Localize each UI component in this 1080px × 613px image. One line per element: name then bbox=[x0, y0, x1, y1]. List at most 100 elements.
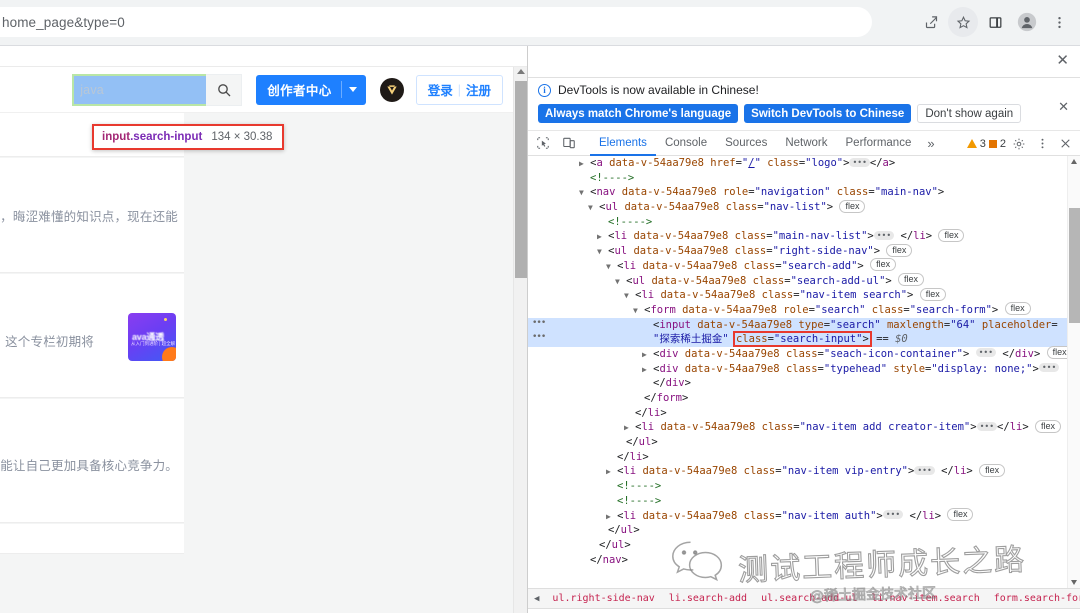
dont-show-again-button[interactable]: Don't show again bbox=[917, 104, 1022, 123]
close-icon[interactable]: ✕ bbox=[1058, 100, 1069, 113]
expand-triangle-icon[interactable] bbox=[615, 277, 620, 286]
dom-tree-line[interactable]: "探索稀土掘金" class="search-input"> == $0 bbox=[528, 330, 1080, 348]
breadcrumb-item[interactable]: li.search-add bbox=[662, 593, 754, 604]
device-toolbar-icon[interactable] bbox=[558, 132, 580, 154]
dom-tree-line[interactable]: </ul> bbox=[528, 523, 1080, 538]
collapse-triangle-icon[interactable] bbox=[624, 423, 629, 432]
dom-tree-line[interactable]: <ul data-v-54aa79e8 class="right-side-na… bbox=[528, 243, 1080, 259]
tab-layout[interactable]: Layout bbox=[645, 610, 696, 613]
expand-triangle-icon[interactable] bbox=[597, 247, 602, 256]
scroll-down-arrow-icon[interactable] bbox=[1071, 580, 1077, 585]
dom-tree-line[interactable]: </ul> bbox=[528, 435, 1080, 450]
collapse-triangle-icon[interactable] bbox=[642, 350, 647, 359]
creator-center-label: 创作者中心 bbox=[267, 84, 332, 98]
scroll-up-arrow-icon[interactable] bbox=[517, 69, 525, 74]
dom-tree-line[interactable]: <li data-v-54aa79e8 class="main-nav-list… bbox=[528, 228, 1080, 244]
dom-tree-line[interactable]: <!----> bbox=[528, 215, 1080, 230]
more-options-icon[interactable] bbox=[1032, 134, 1052, 154]
auth-button[interactable]: 登录 | 注册 bbox=[415, 74, 503, 105]
inspect-element-icon[interactable] bbox=[532, 132, 554, 154]
expand-triangle-icon[interactable] bbox=[588, 203, 593, 212]
tab-properties[interactable]: Properties bbox=[894, 610, 962, 613]
tab-styles[interactable]: Styles bbox=[528, 610, 576, 613]
chevron-down-icon[interactable] bbox=[348, 87, 357, 92]
expand-triangle-icon[interactable] bbox=[606, 262, 611, 271]
share-icon[interactable] bbox=[916, 7, 946, 37]
tab-network[interactable]: Network bbox=[776, 131, 836, 156]
dom-tree-line[interactable]: <ul data-v-54aa79e8 class="nav-list"> fl… bbox=[528, 199, 1080, 215]
dom-tree-line[interactable]: </form> bbox=[528, 391, 1080, 406]
warnings-indicator[interactable]: 3 bbox=[966, 138, 986, 150]
collapse-triangle-icon[interactable] bbox=[606, 467, 611, 476]
expand-triangle-icon[interactable] bbox=[633, 306, 638, 315]
devtools-scrollbar-thumb[interactable] bbox=[1069, 208, 1080, 323]
dom-tree-line[interactable]: </li> bbox=[528, 406, 1080, 421]
close-icon[interactable]: ✕ bbox=[1056, 53, 1069, 68]
dom-tree-line[interactable]: <li data-v-54aa79e8 class="nav-item add … bbox=[528, 419, 1080, 435]
tab-performance[interactable]: Performance bbox=[837, 131, 921, 156]
creator-center-button[interactable]: 创作者中心 bbox=[256, 74, 366, 105]
dom-tree-line[interactable]: </ul> bbox=[528, 538, 1080, 553]
page-scrollbar[interactable] bbox=[513, 67, 527, 613]
expand-triangle-icon[interactable] bbox=[624, 291, 629, 300]
chrome-menu-icon[interactable] bbox=[1044, 7, 1074, 37]
dom-tree-line[interactable]: <a data-v-54aa79e8 href="/" class="logo"… bbox=[528, 156, 1080, 171]
dom-tree-line[interactable]: <nav data-v-54aa79e8 role="navigation" c… bbox=[528, 185, 1080, 200]
tab-console[interactable]: Console bbox=[656, 131, 716, 156]
profile-avatar-icon[interactable] bbox=[1012, 7, 1042, 37]
page-scrollbar-thumb[interactable] bbox=[515, 81, 527, 278]
search-input[interactable]: java bbox=[72, 73, 207, 106]
side-panel-icon[interactable] bbox=[980, 7, 1010, 37]
dom-tree-line[interactable]: </div> bbox=[528, 376, 1080, 391]
breadcrumb-item[interactable]: li.nav-item.search bbox=[864, 593, 986, 604]
dom-tree-line[interactable]: <li data-v-54aa79e8 class="nav-item sear… bbox=[528, 287, 1080, 303]
tab-event-listeners[interactable]: Event Listeners bbox=[696, 610, 790, 613]
list-item[interactable]: ，才能让自己更加具备核心竞争力。 bbox=[0, 399, 184, 523]
close-icon[interactable] bbox=[1055, 134, 1075, 154]
dom-tree-line[interactable]: <li data-v-54aa79e8 class="search-add"> … bbox=[528, 258, 1080, 274]
dom-tree-line[interactable]: <input data-v-54aa79e8 type="search" max… bbox=[528, 316, 1080, 333]
scroll-up-arrow-icon[interactable] bbox=[1071, 159, 1077, 164]
dom-tree-line[interactable]: <!----> bbox=[528, 494, 1080, 509]
collapse-triangle-icon[interactable] bbox=[597, 232, 602, 241]
tab-accessibility[interactable]: Accessibility bbox=[963, 610, 1041, 613]
collapse-triangle-icon[interactable] bbox=[606, 512, 611, 521]
breadcrumb-item[interactable]: ul.search-add-ul bbox=[754, 593, 864, 604]
dom-tree[interactable]: <a data-v-54aa79e8 href="/" class="logo"… bbox=[528, 156, 1080, 588]
breadcrumb-item[interactable]: ul.right-side-nav bbox=[545, 593, 661, 604]
tab-elements[interactable]: Elements bbox=[590, 131, 656, 156]
dom-tree-line[interactable]: <div data-v-54aa79e8 class="seach-icon-c… bbox=[528, 346, 1080, 362]
switch-devtools-to-chinese-button[interactable]: Switch DevTools to Chinese bbox=[744, 104, 912, 123]
always-match-language-button[interactable]: Always match Chrome's language bbox=[538, 104, 739, 123]
dom-tree-line[interactable]: <ul data-v-54aa79e8 class="search-add-ul… bbox=[528, 273, 1080, 289]
collapse-triangle-icon[interactable] bbox=[579, 159, 584, 168]
dom-tree-line[interactable]: <li data-v-54aa79e8 class="nav-item auth… bbox=[528, 508, 1080, 524]
expand-triangle-icon[interactable] bbox=[579, 188, 584, 197]
dom-tree-line[interactable]: </nav> bbox=[528, 553, 1080, 568]
list-item[interactable] bbox=[0, 524, 184, 554]
gear-icon[interactable] bbox=[1009, 134, 1029, 154]
breadcrumb-item[interactable]: form.search-form bbox=[987, 593, 1080, 604]
bookmark-star-icon[interactable] bbox=[948, 7, 978, 37]
devtools-scrollbar[interactable] bbox=[1067, 156, 1080, 588]
dom-tree-line[interactable]: <!----> bbox=[528, 479, 1080, 494]
chevron-left-icon[interactable]: ◀ bbox=[528, 594, 545, 604]
dom-tree-line[interactable]: </li> bbox=[528, 450, 1080, 465]
tab-dom-breakpoints[interactable]: DOM Breakpoints bbox=[790, 610, 895, 613]
vip-badge-icon[interactable] bbox=[379, 77, 404, 102]
list-item[interactable]: 堂，晦涩难懂的知识点，现在还能 bbox=[0, 158, 184, 273]
tab-sources[interactable]: Sources bbox=[716, 131, 776, 156]
more-tabs-icon[interactable]: » bbox=[920, 136, 941, 151]
list-item[interactable]: ，这个专栏初期将 ava通透 从入门到进阶 | 超全解 bbox=[0, 274, 184, 398]
dom-tree-line[interactable]: <li data-v-54aa79e8 class="nav-item vip-… bbox=[528, 463, 1080, 479]
address-bar[interactable]: home_page&type=0 bbox=[0, 7, 872, 37]
search-icon[interactable] bbox=[206, 73, 243, 106]
collapse-triangle-icon[interactable] bbox=[642, 365, 647, 374]
errors-indicator[interactable]: 2 bbox=[988, 138, 1006, 150]
dom-tree-line[interactable]: <!----> bbox=[528, 171, 1080, 186]
devtools-language-notification: i DevTools is now available in Chinese! … bbox=[528, 78, 1080, 131]
dom-tree-line[interactable]: <form data-v-54aa79e8 role="search" clas… bbox=[528, 302, 1080, 318]
inspect-tooltip-class: .search-input bbox=[130, 131, 203, 143]
dom-tree-line[interactable]: <div data-v-54aa79e8 class="typehead" st… bbox=[528, 362, 1080, 377]
tab-computed[interactable]: Computed bbox=[576, 610, 645, 613]
